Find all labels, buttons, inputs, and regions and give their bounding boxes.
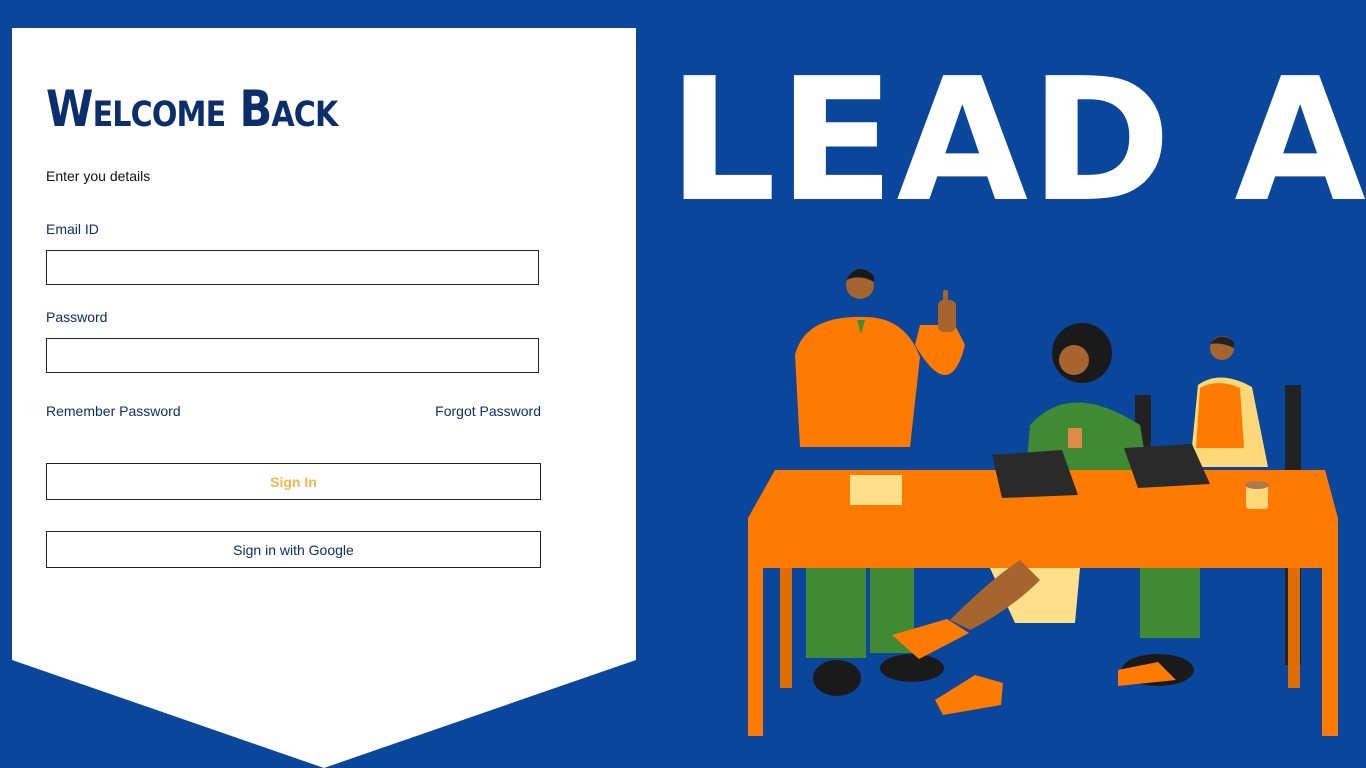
person-shirt (795, 316, 920, 447)
remember-password-toggle[interactable]: Remember Password (46, 403, 181, 419)
table-edge (748, 518, 1338, 568)
subtitle: Enter you details (46, 168, 151, 184)
email-label: Email ID (46, 221, 99, 237)
table-leg (1288, 568, 1300, 688)
paper (850, 475, 902, 505)
login-panel: Welcome Back Enter you details Email ID … (12, 28, 636, 768)
password-label: Password (46, 309, 108, 325)
sign-in-button[interactable]: Sign In (46, 463, 541, 500)
coffee-lid (1245, 481, 1269, 489)
raised-finger (943, 290, 948, 308)
table-leg (1322, 568, 1338, 736)
forgot-password-link[interactable]: Forgot Password (435, 403, 541, 419)
person-head (1059, 345, 1089, 375)
brand-title: LEAD AI (668, 42, 1366, 240)
person-arm (915, 325, 965, 375)
shoe (813, 660, 861, 696)
email-input[interactable] (46, 250, 539, 285)
person-pants (1140, 568, 1200, 638)
id-badge (1068, 428, 1082, 448)
google-sign-in-button[interactable]: Sign in with Google (46, 531, 541, 568)
table-leg (748, 568, 763, 736)
person-pants (806, 568, 866, 658)
team-meeting-illustration (748, 268, 1338, 736)
page-title: Welcome Back (46, 80, 338, 138)
table-leg (780, 568, 792, 688)
person-vest (1196, 383, 1244, 448)
shoe (935, 675, 1003, 715)
password-input[interactable] (46, 338, 539, 373)
shoe (880, 654, 944, 682)
